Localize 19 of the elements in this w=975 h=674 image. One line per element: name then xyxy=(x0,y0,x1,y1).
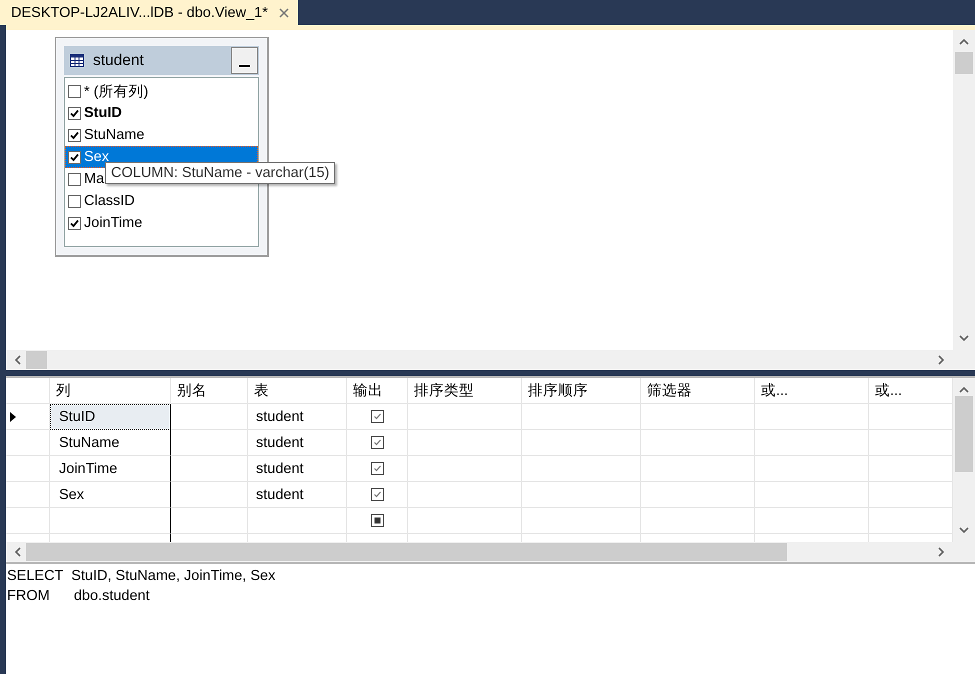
table-cell: student xyxy=(248,456,347,482)
table-cell: student xyxy=(248,404,347,430)
column-name: Sex xyxy=(84,149,109,165)
table-cell: StuID xyxy=(50,404,171,430)
column-name: JoinTime xyxy=(84,215,142,231)
table-cell: StuName xyxy=(50,430,171,456)
column-name: * (所有列) xyxy=(84,82,148,100)
table-name: student xyxy=(93,52,145,70)
table-cell: student xyxy=(248,430,347,456)
table-cell: student xyxy=(248,482,347,508)
column-name: StuID xyxy=(84,105,122,121)
sql-line: FROM dbo.student xyxy=(7,587,151,606)
tooltip: COLUMN: StuName - varchar(15) xyxy=(105,162,336,184)
table-cell: JoinTime xyxy=(50,456,171,482)
sql-line: SELECT StuID, StuName, JoinTime, Sex xyxy=(7,567,276,586)
column-name: Ma xyxy=(84,171,104,187)
table-cell: Sex xyxy=(50,482,171,508)
column-name: ClassID xyxy=(84,193,135,209)
column-name: StuName xyxy=(84,127,144,143)
